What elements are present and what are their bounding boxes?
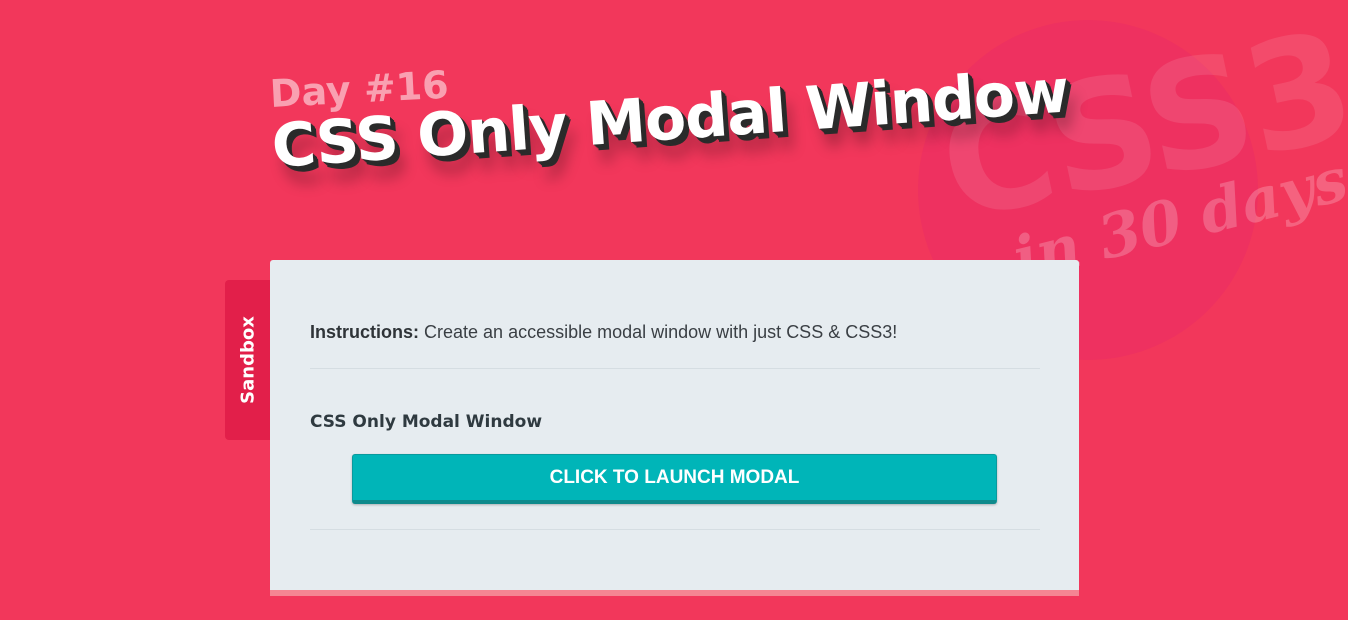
sandbox-panel: Instructions: Create an accessible modal…: [270, 260, 1079, 596]
divider: [310, 529, 1040, 530]
sandbox-tab-label: Sandbox: [237, 316, 258, 404]
instructions: Instructions: Create an accessible modal…: [310, 322, 897, 343]
instructions-label: Instructions:: [310, 322, 420, 342]
launch-modal-button[interactable]: CLICK TO LAUNCH MODAL: [352, 454, 997, 504]
demo-subtitle: CSS Only Modal Window: [310, 412, 543, 432]
sandbox-tab[interactable]: Sandbox: [225, 280, 270, 440]
divider: [310, 368, 1040, 369]
instructions-text: Create an accessible modal window with j…: [419, 322, 898, 342]
